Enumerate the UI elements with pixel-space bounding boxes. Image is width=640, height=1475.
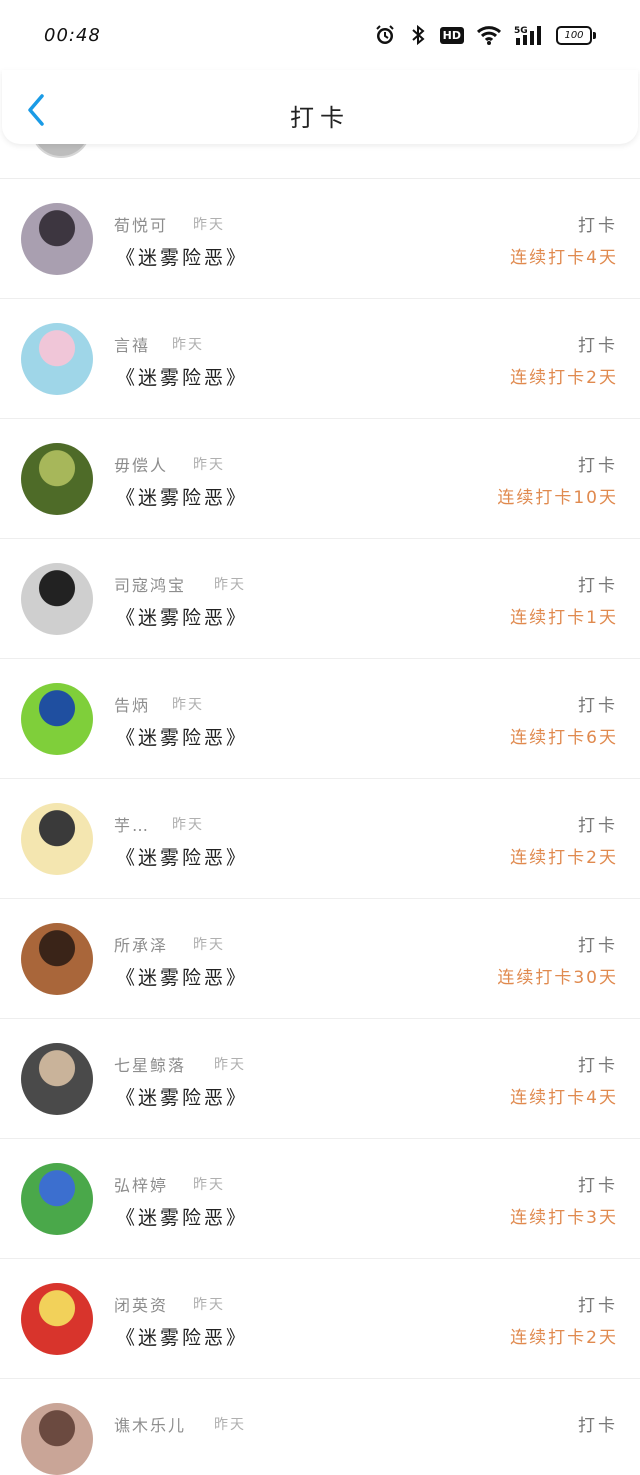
list-item[interactable]: 七星鲸落 昨天 《迷雾险恶》 打卡 连续打卡4天: [0, 1019, 640, 1139]
avatar[interactable]: [21, 443, 93, 515]
book-title[interactable]: 《迷雾险恶》: [116, 723, 248, 750]
checkin-action: 打卡: [578, 1176, 618, 1196]
book-title[interactable]: 《迷雾险恶》: [116, 603, 248, 630]
user-name[interactable]: 告炳: [114, 692, 150, 716]
streak-count: 连续打卡1天: [510, 608, 618, 628]
user-name[interactable]: 闭英资: [114, 1292, 168, 1316]
checkin-action: 打卡: [578, 1416, 618, 1436]
user-name[interactable]: 芋…: [114, 812, 150, 836]
avatar[interactable]: [21, 323, 93, 395]
book-title[interactable]: 《迷雾险恶》: [116, 1203, 248, 1230]
time-label: 昨天: [214, 577, 246, 593]
avatar[interactable]: [21, 563, 93, 635]
list-item-partial-top: [0, 104, 640, 179]
streak-count: 连续打卡2天: [510, 848, 618, 868]
list-item[interactable]: 言禧 昨天 《迷雾险恶》 打卡 连续打卡2天: [0, 299, 640, 419]
time-label: 昨天: [172, 337, 204, 353]
user-name[interactable]: 弘梓婷: [114, 1172, 168, 1196]
streak-count: 连续打卡6天: [510, 728, 618, 748]
checkin-list: 荀悦可 昨天 《迷雾险恶》 打卡 连续打卡4天 言禧 昨天 《迷雾险恶》 打卡 …: [0, 104, 640, 1475]
book-title[interactable]: 《迷雾险恶》: [116, 363, 248, 390]
checkin-action: 打卡: [578, 336, 618, 356]
streak-count: 连续打卡3天: [510, 1208, 618, 1228]
book-title[interactable]: 《迷雾险恶》: [116, 1083, 248, 1110]
list-item[interactable]: 荀悦可 昨天 《迷雾险恶》 打卡 连续打卡4天: [0, 179, 640, 299]
user-name[interactable]: 毋偿人: [114, 452, 168, 476]
status-bar: 00:48 HD 5G 100: [0, 0, 640, 70]
checkin-action: 打卡: [578, 696, 618, 716]
streak-count: 连续打卡30天: [497, 968, 618, 988]
signal-5g-icon: 5G: [514, 26, 541, 45]
book-title[interactable]: 《迷雾险恶》: [116, 963, 248, 990]
checkin-action: 打卡: [578, 216, 618, 236]
list-item[interactable]: 毋偿人 昨天 《迷雾险恶》 打卡 连续打卡10天: [0, 419, 640, 539]
top-app-bar: 打卡: [2, 70, 638, 144]
alarm-icon: [375, 25, 394, 44]
list-item[interactable]: 所承泽 昨天 《迷雾险恶》 打卡 连续打卡30天: [0, 899, 640, 1019]
checkin-action: 打卡: [578, 1296, 618, 1316]
book-title[interactable]: 《迷雾险恶》: [116, 483, 248, 510]
battery-icon: 100: [556, 25, 596, 45]
time-label: 昨天: [193, 217, 225, 233]
book-title[interactable]: 《迷雾险恶》: [116, 1323, 248, 1350]
avatar[interactable]: [21, 923, 93, 995]
streak-count: 连续打卡4天: [510, 248, 618, 268]
list-item[interactable]: 弘梓婷 昨天 《迷雾险恶》 打卡 连续打卡3天: [0, 1139, 640, 1259]
time-label: 昨天: [193, 1297, 225, 1313]
page-title: 打卡: [290, 104, 350, 132]
time-label: 昨天: [193, 937, 225, 953]
user-name[interactable]: 司寇鸿宝: [114, 572, 186, 596]
checkin-action: 打卡: [578, 936, 618, 956]
streak-count: 连续打卡4天: [510, 1088, 618, 1108]
time-label: 昨天: [193, 457, 225, 473]
avatar[interactable]: [21, 1043, 93, 1115]
checkin-action: 打卡: [578, 456, 618, 476]
time-label: 昨天: [172, 697, 204, 713]
list-item[interactable]: 闭英资 昨天 《迷雾险恶》 打卡 连续打卡2天: [0, 1259, 640, 1379]
status-time: 00:48: [44, 24, 101, 46]
checkin-action: 打卡: [578, 1056, 618, 1076]
checkin-action: 打卡: [578, 816, 618, 836]
time-label: 昨天: [172, 817, 204, 833]
user-name[interactable]: 所承泽: [114, 932, 168, 956]
streak-count: 连续打卡2天: [510, 368, 618, 388]
time-label: 昨天: [214, 1417, 246, 1433]
battery-level: 100: [556, 25, 592, 45]
avatar[interactable]: [21, 1403, 93, 1475]
list-item[interactable]: 司寇鸿宝 昨天 《迷雾险恶》 打卡 连续打卡1天: [0, 539, 640, 659]
time-label: 昨天: [214, 1057, 246, 1073]
time-label: 昨天: [193, 1177, 225, 1193]
user-name[interactable]: 七星鲸落: [114, 1052, 186, 1076]
streak-count: 连续打卡10天: [497, 488, 618, 508]
user-name[interactable]: 谯木乐儿: [114, 1412, 186, 1436]
user-name[interactable]: 言禧: [114, 332, 150, 356]
book-title[interactable]: 《迷雾险恶》: [116, 243, 248, 270]
user-name[interactable]: 荀悦可: [114, 212, 168, 236]
avatar[interactable]: [21, 1163, 93, 1235]
avatar[interactable]: [21, 1283, 93, 1355]
bluetooth-icon: [411, 24, 425, 46]
book-title[interactable]: 《迷雾险恶》: [116, 843, 248, 870]
list-item[interactable]: 芋… 昨天 《迷雾险恶》 打卡 连续打卡2天: [0, 779, 640, 899]
checkin-action: 打卡: [578, 576, 618, 596]
list-item[interactable]: 告炳 昨天 《迷雾险恶》 打卡 连续打卡6天: [0, 659, 640, 779]
avatar[interactable]: [21, 203, 93, 275]
avatar[interactable]: [21, 683, 93, 755]
wifi-icon: [476, 26, 502, 45]
avatar[interactable]: [21, 803, 93, 875]
streak-count: 连续打卡2天: [510, 1328, 618, 1348]
hd-badge: HD: [439, 26, 464, 44]
network-label: 5G: [514, 26, 528, 36]
status-icons: HD 5G 100: [374, 24, 596, 46]
list-item-partial[interactable]: 谯木乐儿 昨天 打卡: [0, 1379, 640, 1475]
